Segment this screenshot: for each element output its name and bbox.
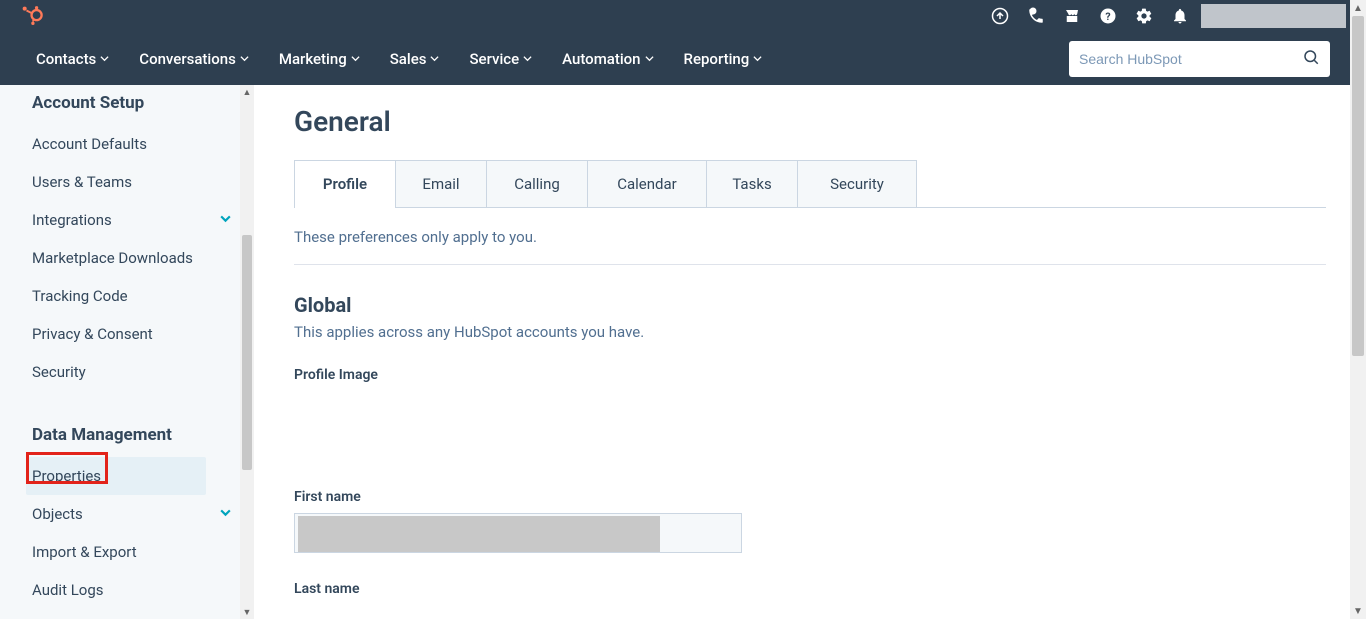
sidebar-item-privacy-consent[interactable]: Privacy & Consent [32, 315, 240, 353]
sidebar-item-label: Audit Logs [32, 581, 104, 599]
hubspot-logo[interactable] [20, 4, 44, 28]
last-name-label: Last name [294, 581, 1326, 597]
tab-label: Tasks [732, 175, 771, 193]
sidebar-item-import-export[interactable]: Import & Export [32, 533, 240, 571]
profile-image-label: Profile Image [294, 367, 1326, 383]
nav-label: Reporting [684, 50, 750, 68]
tab-security[interactable]: Security [797, 160, 917, 207]
nav-reporting[interactable]: Reporting [684, 50, 763, 68]
chevron-down-icon [100, 54, 109, 63]
tab-profile[interactable]: Profile [294, 160, 396, 207]
first-name-label: First name [294, 489, 1326, 505]
nav-label: Conversations [139, 50, 236, 68]
upgrade-icon[interactable] [991, 7, 1009, 25]
sidebar-scrollbar[interactable]: ▲ ▼ [240, 85, 254, 619]
tab-label: Calling [514, 175, 560, 193]
tab-bar: Profile Email Calling Calendar Tasks Sec… [294, 160, 1326, 208]
nav-service[interactable]: Service [469, 50, 532, 68]
chevron-down-icon [240, 54, 249, 63]
sidebar-item-users-teams[interactable]: Users & Teams [32, 163, 240, 201]
search-box[interactable] [1069, 41, 1330, 77]
nav-automation[interactable]: Automation [562, 50, 653, 68]
nav-label: Contacts [36, 50, 96, 68]
sidebar-item-security[interactable]: Security [32, 353, 240, 391]
chevron-down-icon [351, 54, 360, 63]
profile-image-placeholder[interactable] [294, 391, 1326, 489]
sidebar-heading-data: Data Management [32, 425, 240, 445]
sidebar-item-label: Import & Export [32, 543, 137, 561]
tab-tasks[interactable]: Tasks [706, 160, 798, 207]
calling-icon[interactable] [1027, 7, 1045, 25]
nav-label: Service [469, 50, 519, 68]
tab-label: Email [422, 175, 459, 193]
notifications-icon[interactable] [1171, 7, 1189, 25]
sidebar-item-label: Marketplace Downloads [32, 249, 193, 267]
topbar: ? [0, 0, 1366, 32]
main-content: General Profile Email Calling Calendar T… [254, 85, 1366, 619]
chevron-down-icon [753, 54, 762, 63]
help-icon[interactable]: ? [1099, 7, 1117, 25]
nav-contacts[interactable]: Contacts [36, 50, 109, 68]
account-menu[interactable] [1201, 4, 1346, 28]
chevron-down-icon [523, 54, 532, 63]
sidebar-item-marketplace-downloads[interactable]: Marketplace Downloads [32, 239, 240, 277]
sidebar-item-label: Properties [32, 467, 101, 485]
divider [294, 264, 1326, 265]
chevron-down-icon [645, 54, 654, 63]
nav-conversations[interactable]: Conversations [139, 50, 249, 68]
scroll-down-icon[interactable]: ▼ [240, 605, 254, 619]
sidebar-item-audit-logs[interactable]: Audit Logs [32, 571, 240, 609]
sidebar-item-tracking-code[interactable]: Tracking Code [32, 277, 240, 315]
chevron-down-icon [219, 505, 232, 523]
section-title-global: Global [294, 293, 1326, 317]
tab-calendar[interactable]: Calendar [587, 160, 707, 207]
tab-email[interactable]: Email [395, 160, 487, 207]
sidebar-item-integrations[interactable]: Integrations [32, 201, 240, 239]
sidebar-item-account-defaults[interactable]: Account Defaults [32, 125, 240, 163]
nav-label: Marketing [279, 50, 347, 68]
sidebar-item-label: Users & Teams [32, 173, 132, 191]
search-icon [1302, 48, 1320, 70]
chevron-down-icon [219, 211, 232, 229]
page-scrollbar[interactable]: ▲ ▼ [1350, 0, 1366, 619]
sidebar-item-label: Account Defaults [32, 135, 147, 153]
tab-label: Profile [323, 175, 367, 193]
sidebar-item-label: Tracking Code [32, 287, 128, 305]
preferences-note: These preferences only apply to you. [294, 228, 1326, 246]
tab-label: Security [830, 175, 884, 193]
sidebar-item-label: Privacy & Consent [32, 325, 153, 343]
section-desc-global: This applies across any HubSpot accounts… [294, 323, 1326, 341]
redacted-value [298, 516, 660, 552]
sidebar-item-objects[interactable]: Objects [32, 495, 240, 533]
nav-label: Sales [390, 50, 427, 68]
svg-text:?: ? [1105, 10, 1110, 23]
sidebar-heading-account: Account Setup [32, 93, 240, 113]
search-input[interactable] [1079, 51, 1302, 67]
scroll-up-icon[interactable]: ▲ [1350, 0, 1366, 16]
scrollbar-thumb[interactable] [242, 235, 252, 470]
scroll-down-icon[interactable]: ▼ [1350, 603, 1366, 619]
first-name-input[interactable] [294, 513, 742, 553]
tab-label: Calendar [617, 175, 677, 193]
sidebar-item-label: Security [32, 363, 86, 381]
main-nav: Contacts Conversations Marketing Sales S… [0, 32, 1366, 85]
nav-sales[interactable]: Sales [390, 50, 440, 68]
sidebar-item-label: Integrations [32, 211, 112, 229]
page-title: General [294, 105, 1326, 138]
settings-sidebar: Account Setup Account Defaults Users & T… [0, 85, 254, 619]
sidebar-item-label: Objects [32, 505, 83, 523]
scrollbar-thumb[interactable] [1352, 16, 1364, 356]
nav-marketing[interactable]: Marketing [279, 50, 360, 68]
settings-icon[interactable] [1135, 7, 1153, 25]
scroll-up-icon[interactable]: ▲ [240, 85, 254, 99]
chevron-down-icon [430, 54, 439, 63]
tab-calling[interactable]: Calling [486, 160, 588, 207]
nav-label: Automation [562, 50, 640, 68]
sidebar-item-properties[interactable]: Properties [26, 457, 206, 495]
marketplace-icon[interactable] [1063, 7, 1081, 25]
